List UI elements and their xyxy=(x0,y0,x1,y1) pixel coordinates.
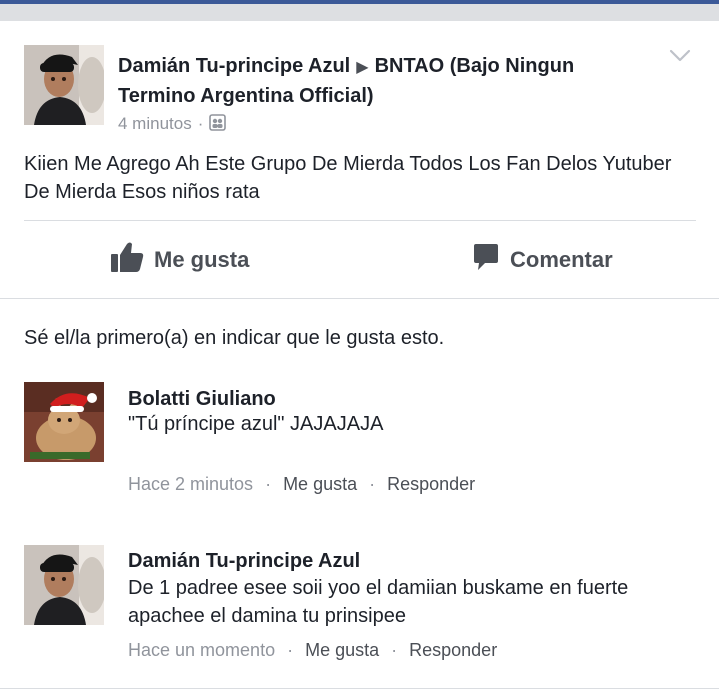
comment-meta: Hace 2 minutos · Me gusta · Responder xyxy=(128,472,475,496)
group-icon xyxy=(209,114,227,131)
divider xyxy=(0,688,719,689)
like-button-label: Me gusta xyxy=(154,247,250,272)
comment-timestamp[interactable]: Hace 2 minutos xyxy=(128,474,253,494)
top-separator xyxy=(0,4,719,21)
post-body: Kiien Me Agrego Ah Este Grupo De Mierda … xyxy=(24,153,672,203)
post-meta: 4 minutos · xyxy=(118,112,227,136)
chevron-down-icon[interactable] xyxy=(668,46,692,66)
comment-author-name[interactable]: Damián Tu-principe Azul xyxy=(128,548,360,574)
divider xyxy=(0,298,719,299)
comment-author-name[interactable]: Bolatti Giuliano xyxy=(128,386,276,412)
commenter-avatar[interactable] xyxy=(24,545,104,625)
comment-text: De 1 padree esee soii yoo el damiian bus… xyxy=(128,577,629,627)
comment-meta: Hace un momento · Me gusta · Responder xyxy=(128,638,497,662)
meta-separator: · xyxy=(391,640,398,660)
meta-separator: · xyxy=(265,474,272,494)
meta-separator: · xyxy=(287,640,294,660)
comment-timestamp[interactable]: Hace un momento xyxy=(128,640,275,660)
post-timestamp[interactable]: 4 minutos xyxy=(118,114,192,133)
thumbs-up-icon xyxy=(110,241,154,279)
comment-like-link[interactable]: Me gusta xyxy=(305,640,379,660)
commenter-avatar[interactable] xyxy=(24,382,104,462)
meta-separator: · xyxy=(197,114,204,133)
likes-prompt: Sé el/la primero(a) en indicar que le gu… xyxy=(24,327,445,349)
comment-like-link[interactable]: Me gusta xyxy=(283,474,357,494)
arrow-right-icon: ▶ xyxy=(356,59,369,76)
comment-button[interactable]: Comentar xyxy=(472,240,613,280)
divider xyxy=(24,220,696,221)
speech-bubble-icon xyxy=(472,242,510,278)
comment-text: "Tú príncipe azul" JAJAJAJA xyxy=(128,413,384,435)
like-button[interactable]: Me gusta xyxy=(110,240,249,280)
author-avatar[interactable] xyxy=(24,45,104,125)
post-header: Damián Tu-principe Azul ▶ BNTAO (Bajo Ning… xyxy=(118,52,638,110)
comment-reply-link[interactable]: Responder xyxy=(387,474,475,494)
post-author-name[interactable]: Damián Tu-principe Azul xyxy=(118,55,350,77)
comment-reply-link[interactable]: Responder xyxy=(409,640,497,660)
meta-separator: · xyxy=(369,474,376,494)
comment-button-label: Comentar xyxy=(510,247,613,272)
